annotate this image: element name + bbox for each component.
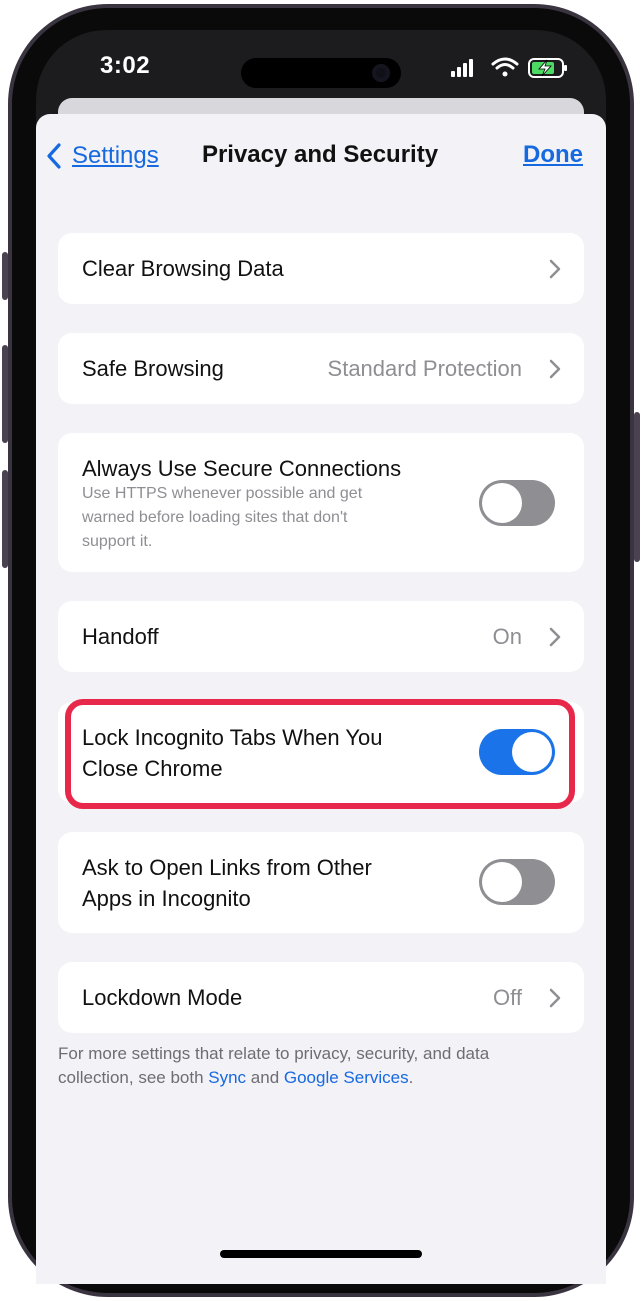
row-value: Off	[493, 985, 522, 1010]
label-line: Apps in Incognito	[82, 886, 251, 911]
footer-line: For more settings that relate to privacy…	[58, 1044, 490, 1063]
secure-connections-toggle[interactable]	[479, 480, 555, 526]
footer-line: collection, see both Sync and Google Ser…	[58, 1066, 578, 1090]
footer-text: and	[246, 1068, 284, 1087]
action-button	[2, 252, 8, 300]
volume-down-button	[2, 470, 8, 568]
google-services-link[interactable]: Google Services	[284, 1068, 409, 1087]
done-button[interactable]: Done	[523, 141, 583, 169]
chevron-right-icon	[549, 627, 561, 647]
row-label: Safe Browsing	[82, 356, 224, 381]
chevron-right-icon	[549, 359, 561, 379]
wifi-icon	[491, 57, 519, 77]
row-handoff[interactable]: Handoff On	[58, 601, 584, 672]
row-label: Always Use Secure Connections	[82, 456, 402, 481]
footer-note: For more settings that relate to privacy…	[58, 1042, 578, 1090]
power-button	[634, 412, 640, 562]
row-ask-open-links: Ask to Open Links from Other Apps in Inc…	[58, 832, 584, 933]
highlight-box	[65, 699, 575, 809]
row-label: Clear Browsing Data	[82, 256, 284, 281]
cellular-signal-icon	[451, 59, 473, 77]
toggle-knob	[482, 862, 522, 902]
battery-charging-icon	[528, 58, 567, 78]
row-label: Lockdown Mode	[82, 985, 243, 1010]
row-label: Handoff	[82, 624, 159, 649]
sync-link[interactable]: Sync	[208, 1068, 246, 1087]
front-camera	[372, 64, 390, 82]
row-lockdown-mode[interactable]: Lockdown Mode Off	[58, 962, 584, 1033]
description-line: support it.	[82, 533, 153, 550]
footer-text: collection, see both	[58, 1068, 209, 1087]
back-button-label: Settings	[72, 142, 159, 169]
row-value: On	[492, 624, 522, 649]
page-title: Privacy and Security	[201, 141, 439, 168]
chevron-right-icon	[549, 259, 561, 279]
status-icons	[451, 57, 567, 78]
home-indicator[interactable]	[220, 1250, 422, 1258]
row-value: Standard Protection	[327, 356, 522, 381]
back-button[interactable]: Settings	[46, 138, 159, 174]
chevron-right-icon	[549, 988, 561, 1008]
status-time: 3:02	[100, 52, 151, 79]
chevron-left-icon	[47, 143, 61, 169]
label-line: Ask to Open Links from Other	[82, 855, 372, 880]
row-clear-browsing-data[interactable]: Clear Browsing Data	[58, 233, 584, 304]
description-line: Use HTTPS whenever possible and get	[82, 485, 363, 502]
row-description: Use HTTPS whenever possible and get warn…	[82, 482, 442, 554]
row-safe-browsing[interactable]: Safe Browsing Standard Protection	[58, 333, 584, 404]
toggle-knob	[482, 483, 522, 523]
ask-open-links-toggle[interactable]	[479, 859, 555, 905]
row-secure-connections: Always Use Secure Connections Use HTTPS …	[58, 433, 584, 572]
volume-up-button	[2, 345, 8, 443]
row-label: Ask to Open Links from Other Apps in Inc…	[82, 852, 372, 914]
description-line: warned before loading sites that don't	[82, 509, 348, 526]
footer-text: .	[408, 1068, 414, 1087]
